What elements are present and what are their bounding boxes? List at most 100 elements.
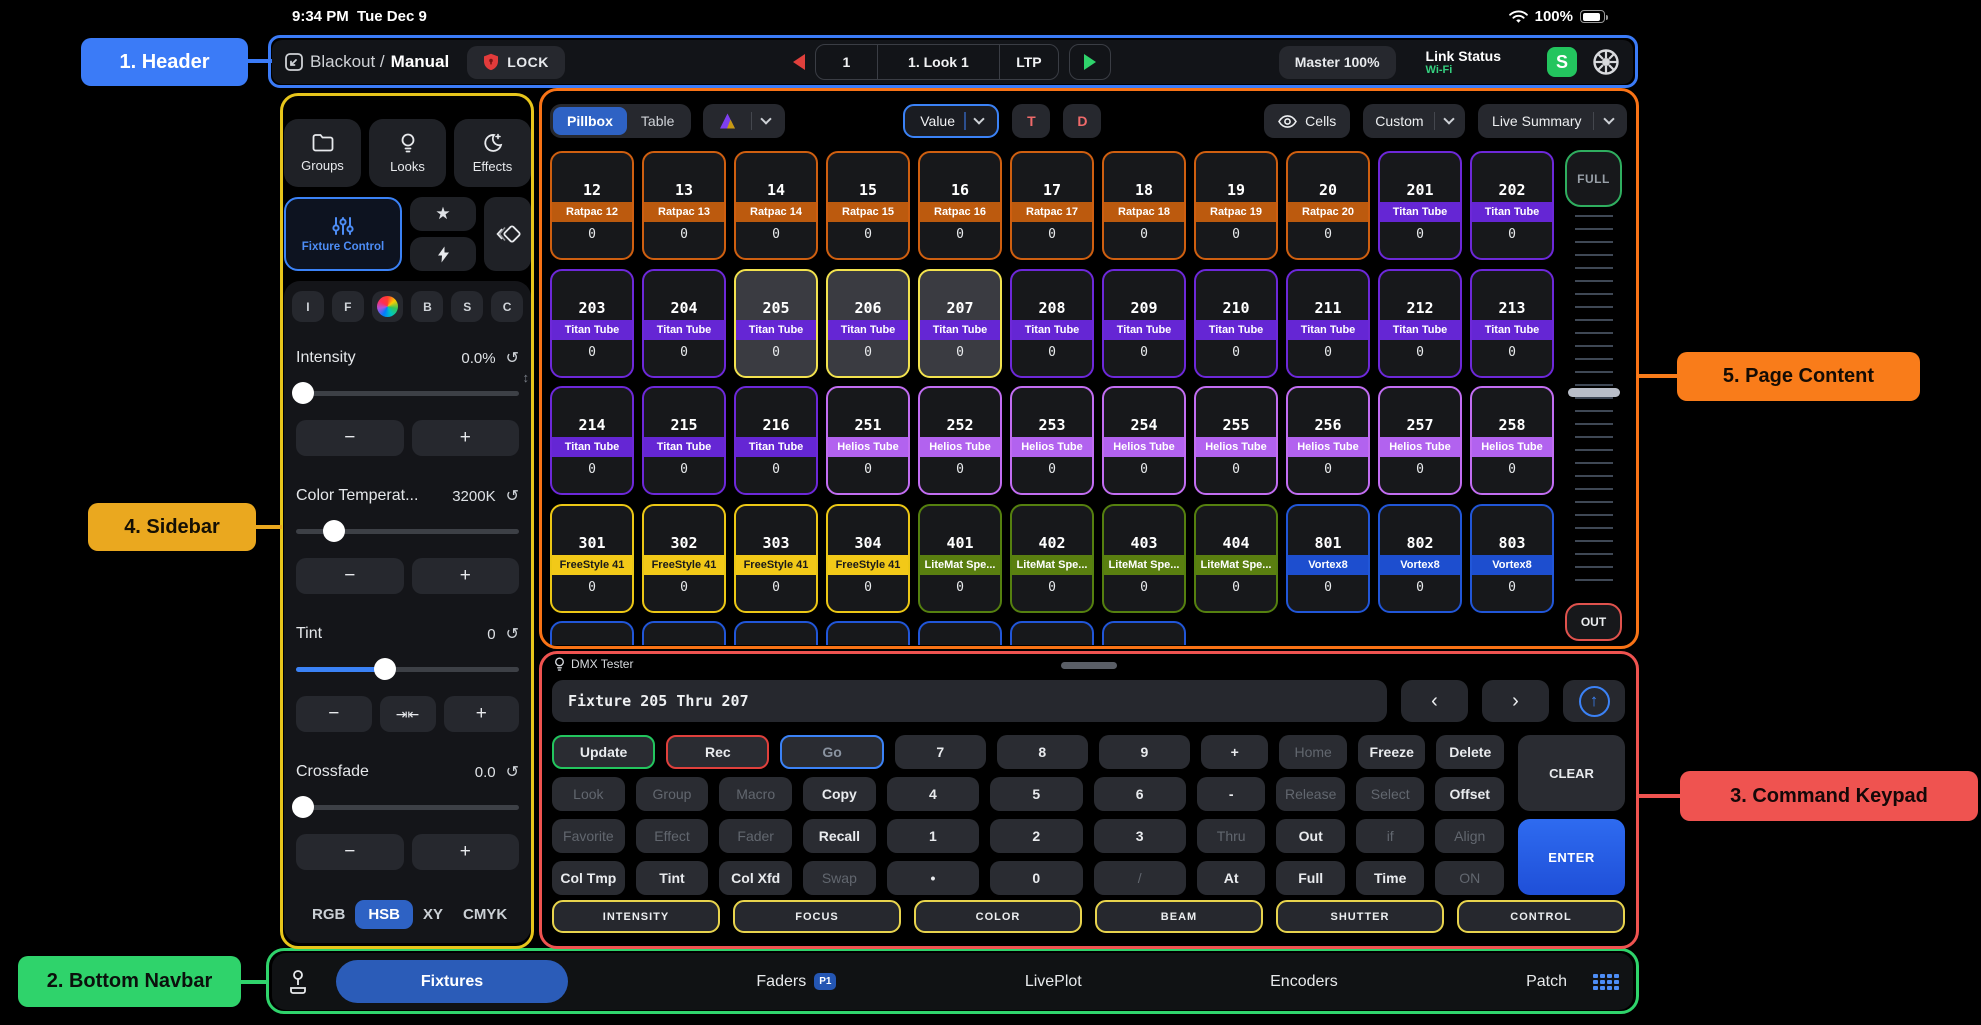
fixture-cell[interactable]: 211Titan Tube0: [1286, 269, 1370, 378]
reset-icon[interactable]: ↺: [506, 624, 519, 644]
key-0[interactable]: 0: [990, 861, 1082, 895]
chip-b[interactable]: B: [411, 291, 443, 322]
fixture-cell[interactable]: 213Titan Tube0: [1470, 269, 1554, 378]
timing-button[interactable]: T: [1012, 104, 1050, 138]
fixture-cell[interactable]: 401LiteMat Spe...0: [918, 504, 1002, 613]
delay-button[interactable]: D: [1063, 104, 1101, 138]
fixture-cell[interactable]: 18Ratpac 180: [1102, 151, 1186, 260]
key-freeze[interactable]: Freeze: [1358, 735, 1426, 769]
key-select[interactable]: Select: [1356, 777, 1425, 811]
fixture-cell[interactable]: 404LiteMat Spe...0: [1194, 504, 1278, 613]
key-delete[interactable]: Delete: [1436, 735, 1504, 769]
layers-button[interactable]: [484, 197, 531, 271]
quick-actions-button[interactable]: [410, 237, 476, 271]
fixture-cell[interactable]: 205Titan Tube0: [734, 269, 818, 378]
fixture-cell[interactable]: 16Ratpac 160: [918, 151, 1002, 260]
tone-button-control[interactable]: CONTROL: [1457, 900, 1625, 933]
chip-f[interactable]: F: [332, 291, 364, 322]
settings-wheel-icon[interactable]: [1591, 47, 1621, 77]
center-button[interactable]: ⇥⇤: [380, 696, 436, 732]
tab-pillbox[interactable]: Pillbox: [553, 107, 627, 135]
fixture-cell[interactable]: 803Vortex80: [1470, 504, 1554, 613]
drag-handle[interactable]: [1061, 662, 1117, 669]
fixture-control-button[interactable]: Fixture Control: [284, 197, 402, 271]
fixture-cell[interactable]: 252Helios Tube0: [918, 386, 1002, 495]
fixture-cell[interactable]: 13Ratpac 130: [642, 151, 726, 260]
favorites-button[interactable]: ★: [410, 197, 476, 231]
key-3[interactable]: 3: [1094, 819, 1186, 853]
command-send-button[interactable]: ↑: [1563, 680, 1625, 722]
link-status[interactable]: Link Status Wi-Fi: [1426, 48, 1501, 77]
fixture-cell[interactable]: 15Ratpac 150: [826, 151, 910, 260]
key--[interactable]: +: [1201, 735, 1269, 769]
fixture-cell[interactable]: 802Vortex80: [1378, 504, 1462, 613]
command-prev-button[interactable]: ‹: [1401, 680, 1468, 722]
master-fader-handle[interactable]: [1568, 388, 1620, 397]
fixture-cell[interactable]: 804Vortex80: [550, 621, 634, 645]
fixture-cell[interactable]: 809Vortex80: [1010, 621, 1094, 645]
keypad-toggle-icon[interactable]: [1593, 974, 1619, 990]
groups-button[interactable]: Groups: [284, 119, 361, 187]
fixture-cell[interactable]: 810Vortex80: [1102, 621, 1186, 645]
fixture-cell[interactable]: 209Titan Tube0: [1102, 269, 1186, 378]
master-level-button[interactable]: Master 100%: [1279, 46, 1396, 79]
tone-button-shutter[interactable]: SHUTTER: [1276, 900, 1444, 933]
tone-button-intensity[interactable]: INTENSITY: [552, 900, 720, 933]
key-look[interactable]: Look: [552, 777, 625, 811]
fixture-cell[interactable]: 12Ratpac 120: [550, 151, 634, 260]
command-next-button[interactable]: ›: [1482, 680, 1549, 722]
tone-button-beam[interactable]: BEAM: [1095, 900, 1263, 933]
fixture-cell[interactable]: 403LiteMat Spe...0: [1102, 504, 1186, 613]
previous-cue-icon[interactable]: [793, 54, 805, 70]
key--[interactable]: •: [887, 861, 979, 895]
key-effect[interactable]: Effect: [636, 819, 709, 853]
out-button[interactable]: OUT: [1565, 603, 1622, 641]
key-col-tmp[interactable]: Col Tmp: [552, 861, 625, 895]
fixture-cell[interactable]: 204Titan Tube0: [642, 269, 726, 378]
key-go[interactable]: Go: [780, 735, 883, 769]
key-at[interactable]: At: [1197, 861, 1266, 895]
next-cue-button[interactable]: [1069, 44, 1111, 80]
key-align[interactable]: Align: [1435, 819, 1504, 853]
enter-button[interactable]: ENTER: [1518, 819, 1625, 895]
fixture-cell[interactable]: 208Titan Tube0: [1010, 269, 1094, 378]
key-9[interactable]: 9: [1099, 735, 1190, 769]
key-copy[interactable]: Copy: [803, 777, 876, 811]
key--[interactable]: /: [1094, 861, 1186, 895]
fixture-cell[interactable]: 215Titan Tube0: [642, 386, 726, 495]
fixture-cell[interactable]: 216Titan Tube0: [734, 386, 818, 495]
sync-badge[interactable]: S: [1547, 47, 1577, 77]
cue-number[interactable]: 1: [816, 45, 878, 79]
command-line-input[interactable]: Fixture 205 Thru 207: [552, 680, 1387, 722]
full-button[interactable]: FULL: [1565, 150, 1622, 207]
fixture-cell[interactable]: 256Helios Tube0: [1286, 386, 1370, 495]
master-fader-track[interactable]: [1575, 215, 1613, 587]
color-wheel-chip[interactable]: [372, 291, 404, 322]
custom-layout-dropdown[interactable]: Custom: [1363, 104, 1465, 138]
key-time[interactable]: Time: [1356, 861, 1425, 895]
key-favorite[interactable]: Favorite: [552, 819, 625, 853]
live-summary-dropdown[interactable]: Live Summary: [1478, 104, 1627, 138]
color-mode-xy[interactable]: XY: [413, 900, 453, 929]
minus-button[interactable]: −: [296, 834, 404, 870]
cue-mode[interactable]: LTP: [1000, 45, 1058, 79]
key-rec[interactable]: Rec: [666, 735, 769, 769]
key-tint[interactable]: Tint: [636, 861, 709, 895]
slider-knob[interactable]: [292, 382, 314, 404]
key-swap[interactable]: Swap: [803, 861, 876, 895]
minus-button[interactable]: −: [296, 558, 404, 594]
reset-icon[interactable]: ↺: [506, 486, 519, 506]
slider-knob[interactable]: [292, 796, 314, 818]
plus-button[interactable]: +: [444, 696, 520, 732]
color-mode-hsb[interactable]: HSB: [355, 900, 413, 929]
fixture-cell[interactable]: 214Titan Tube0: [550, 386, 634, 495]
param-slider[interactable]: [296, 658, 519, 680]
fixture-cell[interactable]: 303FreeStyle 410: [734, 504, 818, 613]
nav-tab-encoders[interactable]: Encoders: [1270, 973, 1338, 991]
fixture-cell[interactable]: 253Helios Tube0: [1010, 386, 1094, 495]
reset-icon[interactable]: ↺: [506, 348, 519, 368]
key-group[interactable]: Group: [636, 777, 709, 811]
looks-button[interactable]: Looks: [369, 119, 446, 187]
key-release[interactable]: Release: [1276, 777, 1345, 811]
plus-button[interactable]: +: [412, 420, 520, 456]
